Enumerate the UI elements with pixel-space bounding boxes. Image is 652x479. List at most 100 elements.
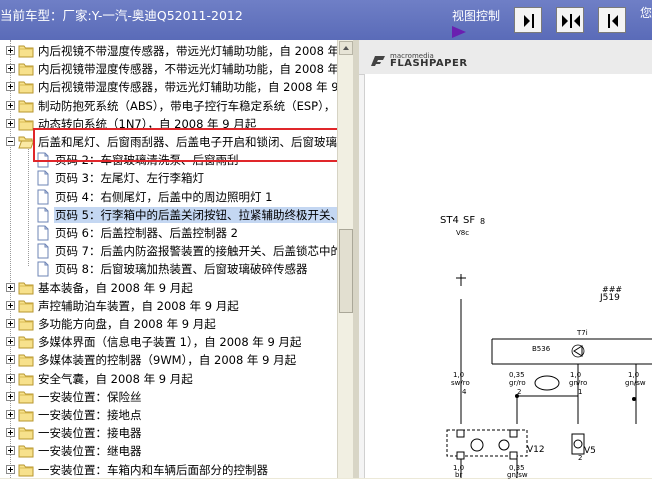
st4-label: ST4 (440, 215, 459, 226)
wire-size-3: 1,0 (570, 371, 582, 379)
t7-label: T7i (577, 329, 588, 337)
document-page-icon (36, 189, 50, 208)
tree-item-label: 内后视镜带湿度传感器，不带远光灯辅助功能，自 2008 年 9 月起 (38, 62, 337, 77)
expand-icon[interactable] (6, 282, 15, 292)
folder-icon (18, 443, 34, 461)
expand-icon[interactable] (6, 337, 15, 347)
tree-item-label: 制动防抱死系统（ABS），带电子控行车稳定系统（ESP），自 2008 (38, 98, 337, 113)
folder-icon (18, 43, 34, 61)
show-right-pane-button[interactable] (514, 7, 542, 33)
document-page-icon (36, 261, 50, 280)
document-page-icon (36, 225, 50, 244)
tree-item-label: 页码 7：后盖内防盗报警装置的接触开关、后盖锁芯中的开关 (55, 244, 337, 259)
j519-label: J519 (600, 293, 620, 303)
sf-number: 8 (480, 217, 486, 226)
tree-folder-item[interactable]: 一安装位置：继电器 (0, 442, 337, 460)
expand-icon[interactable] (6, 446, 15, 456)
tree-folder-item[interactable]: 一安装位置：车箱内和车辆后面部分的控制器 (0, 461, 337, 478)
tree-folder-item[interactable]: 制动防抱死系统（ABS），带电子控行车稳定系统（ESP），自 2008 (0, 97, 337, 115)
folder-icon (18, 79, 34, 97)
tree-item-label: 页码 4：右侧尾灯，后盖中的周边照明灯 1 (55, 189, 273, 204)
tree-folder-item[interactable]: 内后视镜带湿度传感器，不带远光灯辅助功能，自 2008 年 9 月起 (0, 60, 337, 78)
scroll-thumb[interactable] (339, 229, 353, 313)
expand-icon[interactable] (6, 82, 15, 92)
tree-page-item[interactable]: 页码 4：右侧尾灯，后盖中的周边照明灯 1 (0, 188, 337, 206)
tree-folder-item[interactable]: 多媒体界面（信息电子装置 1），自 2008 年 9 月起 (0, 333, 337, 351)
tree-item-label: 一安装位置：接地点 (38, 408, 142, 422)
pin-label-2: 2 (517, 388, 522, 396)
tree-folder-item[interactable]: 多媒体装置的控制器（9WM），自 2008 年 9 月起 (0, 351, 337, 369)
title-bar: 当前车型：厂家:Y-一汽-奥迪Q52011-2012 视图控制 您 (0, 0, 652, 40)
tree-folder-item[interactable]: 基本装备，自 2008 年 9 月起 (0, 279, 337, 297)
show-both-panes-button[interactable] (556, 7, 584, 33)
tree-page-item[interactable]: 页码 7：后盖内防盗报警装置的接触开关、后盖锁芯中的开关 (0, 242, 337, 260)
b536-label: B536 (532, 345, 551, 353)
wire-color-3: gn/ro (569, 379, 588, 387)
folder-icon (18, 134, 35, 152)
tree-folder-item[interactable]: 安全气囊，自 2008 年 9 月起 (0, 370, 337, 388)
folder-icon (18, 61, 34, 79)
folder-icon (18, 371, 34, 389)
tree-page-item[interactable]: 页码 8：后窗玻璃加热装置、后窗玻璃破碎传感器 (0, 260, 337, 278)
tree-folder-item[interactable]: 声控辅助泊车装置，自 2008 年 9 月起 (0, 297, 337, 315)
tree-item-label: 页码 6：后盖控制器、后盖控制器 2 (55, 226, 238, 240)
document-page-icon (36, 207, 50, 226)
document-page-icon (36, 170, 50, 189)
tree-item-label: 一安装位置：车箱内和车辆后面部分的控制器 (38, 462, 268, 477)
pin-label-3: 1 (578, 388, 583, 396)
tree-item-label: 一安装位置：继电器 (38, 444, 142, 459)
expand-icon[interactable] (6, 46, 15, 55)
collapse-icon[interactable] (6, 137, 15, 146)
expand-icon[interactable] (6, 428, 15, 438)
expand-icon[interactable] (6, 118, 15, 128)
wire-size-2: 0,35 (509, 371, 525, 379)
expand-icon[interactable] (6, 464, 15, 474)
show-left-pane-button[interactable] (598, 7, 626, 33)
wire-color-1: sw/ro (451, 379, 470, 387)
expand-icon[interactable] (6, 300, 15, 310)
tree-item-label: 基本装备，自 2008 年 9 月起 (38, 280, 193, 295)
flashpaper-logo-icon (371, 56, 385, 66)
tree-folder-item[interactable]: 内后视镜不带湿度传感器，带远光灯辅助功能，自 2008 年 9 月起 (0, 42, 337, 60)
flashpaper-viewer: macromedia FLASHPAPER ST4 SF 8 V8c ### J… (359, 40, 652, 479)
tree-folder-item[interactable]: 内后视镜带湿度传感器，带远光灯辅助功能，自 2008 年 9 月起 (0, 78, 337, 96)
tree-folder-item[interactable]: 一安装位置：接电器 (0, 424, 337, 442)
expand-icon[interactable] (6, 391, 15, 401)
expand-icon[interactable] (6, 410, 15, 419)
expand-icon[interactable] (6, 319, 15, 328)
tree-item-label: 多媒体界面（信息电子装置 1），自 2008 年 9 月起 (38, 335, 302, 350)
view-control-label: 视图控制 (452, 9, 501, 23)
tree-page-item[interactable]: 页码 5：行李箱中的后盖关闭按钮、拉紧辅助终极开关、后盖 (0, 206, 337, 224)
tree-item-label: 内后视镜不带湿度传感器，带远光灯辅助功能，自 2008 年 9 月起 (38, 44, 337, 58)
folder-icon (18, 316, 34, 334)
wire-color-2: gr/ro (509, 379, 526, 387)
folder-icon (18, 425, 34, 443)
sf-label: SF (463, 215, 476, 226)
tree-item-label: 多媒体装置的控制器（9WM），自 2008 年 9 月起 (38, 353, 297, 368)
expand-icon[interactable] (6, 355, 15, 365)
expand-icon[interactable] (6, 373, 15, 383)
circuit-diagram-tree[interactable]: 内后视镜不带湿度传感器，带远光灯辅助功能，自 2008 年 9 月起内后视镜带湿… (0, 40, 337, 478)
v5-label: V5 (584, 446, 596, 456)
tree-folder-item[interactable]: 一安装位置：接地点 (0, 406, 337, 424)
expand-icon[interactable] (6, 64, 15, 74)
tree-item-label: 多功能方向盘，自 2008 年 9 月起 (38, 317, 216, 331)
tree-folder-item[interactable]: 多功能方向盘，自 2008 年 9 月起 (0, 315, 337, 333)
tree-page-item[interactable]: 页码 6：后盖控制器、后盖控制器 2 (0, 224, 337, 242)
wire-color-4: gn/sw (625, 379, 646, 387)
tree-item-label: 声控辅助泊车装置，自 2008 年 9 月起 (38, 298, 239, 313)
v12-label: V12 (527, 445, 545, 455)
viewer-toolbar: macromedia FLASHPAPER (359, 40, 652, 75)
document-page-icon (36, 243, 50, 262)
tree-folder-item[interactable]: 一安装位置：保险丝 (0, 388, 337, 406)
folder-icon (18, 407, 34, 425)
folder-icon (18, 298, 34, 316)
folder-icon (18, 280, 34, 298)
tree-page-item[interactable]: 页码 3：左尾灯、左行李箱灯 (0, 169, 337, 187)
tree-item-label: 页码 5：行李箱中的后盖关闭按钮、拉紧辅助终极开关、后盖 (54, 206, 337, 223)
scroll-up-arrow-icon[interactable] (339, 41, 353, 55)
st4-pin-label: V8c (456, 229, 470, 237)
expand-icon[interactable] (6, 100, 15, 110)
folder-icon (18, 389, 34, 407)
tree-scrollbar[interactable] (337, 40, 353, 478)
